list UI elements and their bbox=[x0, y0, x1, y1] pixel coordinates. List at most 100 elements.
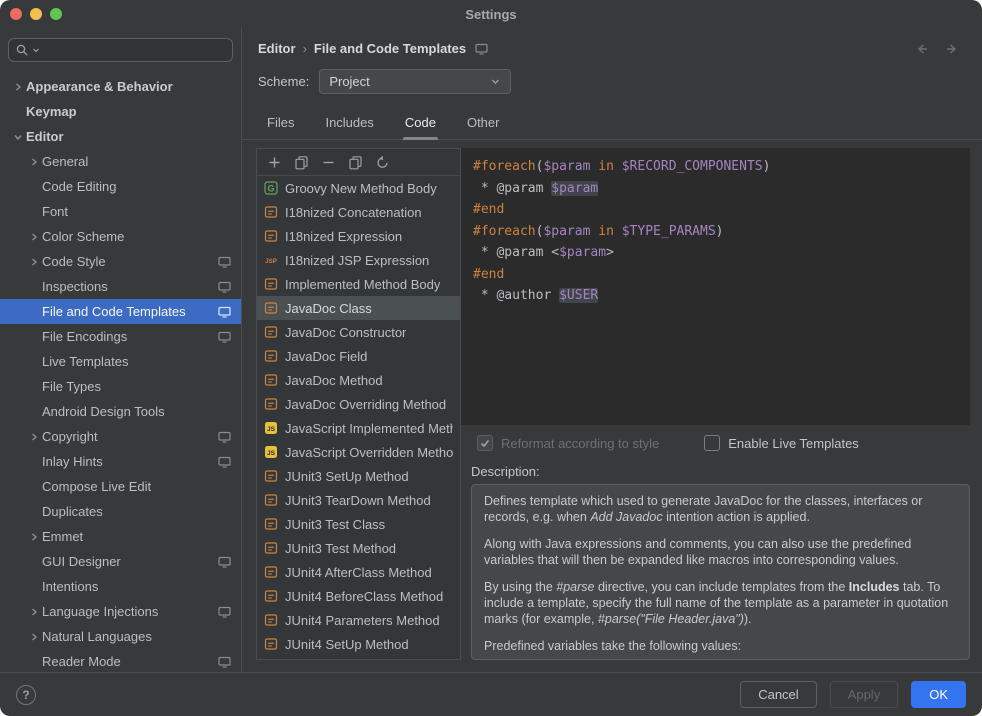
chevron-placeholder bbox=[10, 104, 26, 120]
sidebar-item-font[interactable]: Font bbox=[0, 199, 241, 224]
back-icon[interactable] bbox=[914, 42, 930, 56]
sidebar-item-language-injections[interactable]: Language Injections bbox=[0, 599, 241, 624]
template-panels: GGroovy New Method BodyI18nized Concaten… bbox=[256, 148, 970, 660]
forward-icon[interactable] bbox=[944, 42, 960, 56]
breadcrumb-separator: › bbox=[303, 41, 307, 56]
template-item-i18nized-jsp-expression[interactable]: JSPI18nized JSP Expression bbox=[257, 248, 460, 272]
sidebar-item-live-templates[interactable]: Live Templates bbox=[0, 349, 241, 374]
sidebar-item-android-design-tools[interactable]: Android Design Tools bbox=[0, 399, 241, 424]
chevron-right-icon[interactable] bbox=[26, 604, 42, 620]
chevron-right-icon[interactable] bbox=[26, 154, 42, 170]
sidebar-item-file-types[interactable]: File Types bbox=[0, 374, 241, 399]
duplicate-icon[interactable] bbox=[294, 155, 309, 170]
template-item-junit4-afterclass-method[interactable]: JUnit4 AfterClass Method bbox=[257, 560, 460, 584]
template-item-javadoc-overriding-method[interactable]: JavaDoc Overriding Method bbox=[257, 392, 460, 416]
sidebar-item-emmet[interactable]: Emmet bbox=[0, 524, 241, 549]
sidebar-item-file-and-code-templates[interactable]: File and Code Templates bbox=[0, 299, 241, 324]
close-window-button[interactable] bbox=[10, 8, 22, 20]
chevron-right-icon[interactable] bbox=[26, 429, 42, 445]
add-icon[interactable] bbox=[267, 155, 282, 170]
template-item-junit3-teardown-method[interactable]: JUnit3 TearDown Method bbox=[257, 488, 460, 512]
template-item-junit4-parameters-method[interactable]: JUnit4 Parameters Method bbox=[257, 608, 460, 632]
template-template-icon bbox=[264, 517, 278, 531]
sidebar-item-label: File Encodings bbox=[42, 329, 127, 344]
template-template-icon bbox=[264, 637, 278, 651]
sidebar-item-label: Intentions bbox=[42, 579, 98, 594]
sidebar-item-editor[interactable]: Editor bbox=[0, 124, 241, 149]
settings-search-box[interactable] bbox=[8, 38, 233, 62]
chevron-right-icon[interactable] bbox=[26, 629, 42, 645]
chevron-down-icon[interactable] bbox=[10, 129, 26, 145]
sidebar-item-inlay-hints[interactable]: Inlay Hints bbox=[0, 449, 241, 474]
template-item-javadoc-method[interactable]: JavaDoc Method bbox=[257, 368, 460, 392]
tab-code[interactable]: Code bbox=[403, 109, 438, 139]
revert-icon[interactable] bbox=[375, 155, 390, 170]
sidebar-item-intentions[interactable]: Intentions bbox=[0, 574, 241, 599]
chevron-right-icon[interactable] bbox=[26, 254, 42, 270]
chevron-right-icon[interactable] bbox=[26, 229, 42, 245]
template-item-javadoc-field[interactable]: JavaDoc Field bbox=[257, 344, 460, 368]
sidebar-item-duplicates[interactable]: Duplicates bbox=[0, 499, 241, 524]
zoom-window-button[interactable] bbox=[50, 8, 62, 20]
sidebar-item-gui-designer[interactable]: GUI Designer bbox=[0, 549, 241, 574]
svg-text:JSP: JSP bbox=[265, 258, 277, 265]
template-item-i18nized-expression[interactable]: I18nized Expression bbox=[257, 224, 460, 248]
copy-icon[interactable] bbox=[348, 155, 363, 170]
sidebar-item-keymap[interactable]: Keymap bbox=[0, 99, 241, 124]
template-item-junit4-setup-method[interactable]: JUnit4 SetUp Method bbox=[257, 632, 460, 656]
sidebar-item-copyright[interactable]: Copyright bbox=[0, 424, 241, 449]
sidebar-item-general[interactable]: General bbox=[0, 149, 241, 174]
sidebar-item-label: Code Style bbox=[42, 254, 106, 269]
svg-text:JS: JS bbox=[267, 450, 276, 457]
sidebar-item-code-style[interactable]: Code Style bbox=[0, 249, 241, 274]
template-item-junit3-test-method[interactable]: JUnit3 Test Method bbox=[257, 536, 460, 560]
sidebar-item-inspections[interactable]: Inspections bbox=[0, 274, 241, 299]
template-list[interactable]: GGroovy New Method BodyI18nized Concaten… bbox=[257, 176, 460, 659]
tab-other[interactable]: Other bbox=[465, 109, 502, 139]
sidebar-item-file-encodings[interactable]: File Encodings bbox=[0, 324, 241, 349]
sidebar-item-label: Android Design Tools bbox=[42, 404, 165, 419]
template-item-javadoc-constructor[interactable]: JavaDoc Constructor bbox=[257, 320, 460, 344]
template-item-javadoc-class[interactable]: JavaDoc Class bbox=[257, 296, 460, 320]
chevron-right-icon[interactable] bbox=[26, 529, 42, 545]
scheme-select[interactable]: Project bbox=[319, 69, 511, 94]
template-item-junit4-beforeclass-method[interactable]: JUnit4 BeforeClass Method bbox=[257, 584, 460, 608]
minimize-window-button[interactable] bbox=[30, 8, 42, 20]
enable-live-templates-checkbox[interactable]: Enable Live Templates bbox=[704, 435, 859, 451]
help-button[interactable]: ? bbox=[16, 685, 36, 705]
code-line: * @param <$param> bbox=[473, 242, 958, 264]
chevron-right-icon[interactable] bbox=[10, 79, 26, 95]
template-item-junit3-setup-method[interactable]: JUnit3 SetUp Method bbox=[257, 464, 460, 488]
tab-includes[interactable]: Includes bbox=[323, 109, 375, 139]
sidebar-item-code-editing[interactable]: Code Editing bbox=[0, 174, 241, 199]
search-history-chevron-icon[interactable] bbox=[32, 46, 40, 54]
sidebar-item-color-scheme[interactable]: Color Scheme bbox=[0, 224, 241, 249]
settings-sidebar: Appearance & BehaviorKeymapEditorGeneral… bbox=[0, 28, 242, 672]
sidebar-item-reader-mode[interactable]: Reader Mode bbox=[0, 649, 241, 672]
template-item-groovy-new-method-body[interactable]: GGroovy New Method Body bbox=[257, 176, 460, 200]
template-item-implemented-method-body[interactable]: Implemented Method Body bbox=[257, 272, 460, 296]
template-code-editor[interactable]: #foreach($param in $RECORD_COMPONENTS) *… bbox=[461, 148, 970, 425]
sidebar-item-appearance-behavior[interactable]: Appearance & Behavior bbox=[0, 74, 241, 99]
editor-options-row: Reformat according to style Enable Live … bbox=[461, 425, 970, 457]
apply-button[interactable]: Apply bbox=[830, 681, 899, 708]
breadcrumb-editor[interactable]: Editor bbox=[258, 41, 296, 56]
code-line: #end bbox=[473, 264, 958, 286]
template-item-junit3-test-class[interactable]: JUnit3 Test Class bbox=[257, 512, 460, 536]
sidebar-item-compose-live-edit[interactable]: Compose Live Edit bbox=[0, 474, 241, 499]
settings-search-input[interactable] bbox=[43, 43, 226, 57]
template-item-javascript-implemented-method-body[interactable]: JSJavaScript Implemented Method Body bbox=[257, 416, 460, 440]
sidebar-item-natural-languages[interactable]: Natural Languages bbox=[0, 624, 241, 649]
tab-files[interactable]: Files bbox=[265, 109, 296, 139]
settings-tree[interactable]: Appearance & BehaviorKeymapEditorGeneral… bbox=[0, 74, 241, 672]
template-item-i18nized-concatenation[interactable]: I18nized Concatenation bbox=[257, 200, 460, 224]
screen-icon bbox=[218, 456, 231, 468]
remove-icon[interactable] bbox=[321, 155, 336, 170]
cancel-button[interactable]: Cancel bbox=[740, 681, 816, 708]
reformat-checkbox[interactable]: Reformat according to style bbox=[477, 435, 659, 451]
description-box[interactable]: Defines template which used to generate … bbox=[471, 484, 970, 660]
ok-button[interactable]: OK bbox=[911, 681, 966, 708]
sidebar-item-label: Emmet bbox=[42, 529, 83, 544]
template-item-javascript-overridden-method-body[interactable]: JSJavaScript Overridden Method Body bbox=[257, 440, 460, 464]
window-title: Settings bbox=[465, 7, 516, 22]
